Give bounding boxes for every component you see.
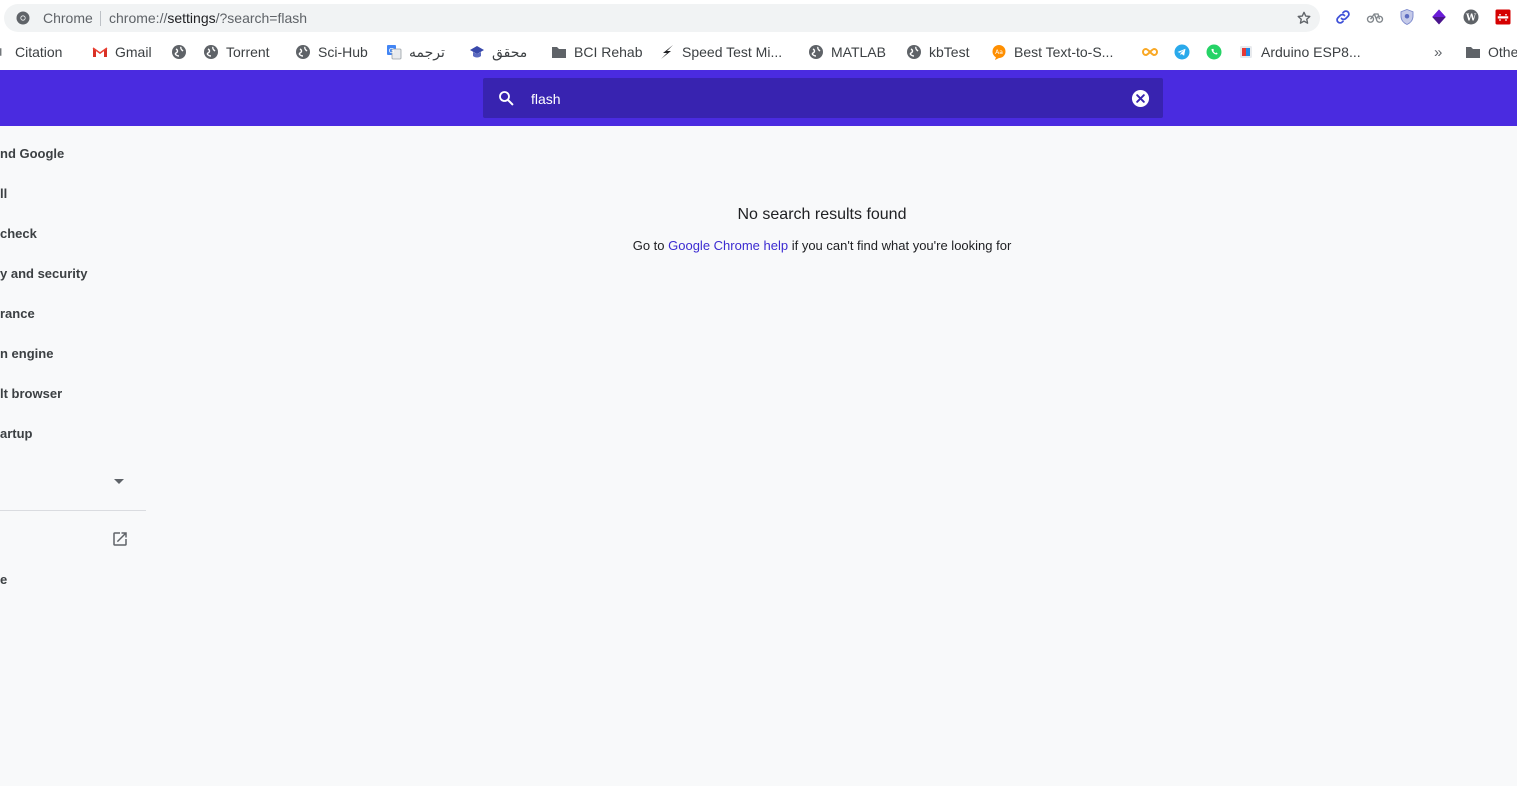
bookmark-bci-rehab[interactable]: BCI Rehab [551,41,642,63]
bookmark-label: Best Text-to-S... [1014,44,1114,60]
gmail-icon [92,47,108,57]
url-rest: /?search=flash [215,10,308,26]
sidebar-item-label: ll [0,186,8,201]
bookmark-torrent[interactable]: Torrent [203,41,270,63]
search-icon [499,91,514,106]
globe-icon [204,45,218,59]
sidebar-item-appearance[interactable]: rance [0,306,146,328]
bookmark-other-bookmarks[interactable]: Othe [1465,41,1517,63]
bookmarks-bar: Citation Gmail Torrent Sci-Hub G ترجمه م… [0,36,1517,71]
translate-icon: G [387,45,402,60]
clear-search-icon[interactable] [1131,89,1150,108]
help-line: Go to Google Chrome help if you can't fi… [146,238,1498,253]
bookmark-label: Othe [1488,44,1517,60]
svg-text:W: W [1465,13,1477,23]
whatsapp-icon[interactable] [1206,44,1222,60]
sidebar-item-label: e [0,572,8,587]
help-prefix: Go to [632,238,669,253]
advanced-chevron-down-icon[interactable] [113,478,125,486]
sidebar-item-privacy-and-security[interactable]: y and security [0,266,146,288]
bookmark-label: Gmail [115,44,152,60]
space-invader-extension-icon[interactable] [1494,8,1512,26]
open-in-new-icon[interactable] [111,530,129,548]
bookmark-label: Torrent [226,44,270,60]
arduino-icon [1240,46,1252,58]
bookmark-label: محقق [492,43,528,60]
sidebar-item-default-browser[interactable]: lt browser [0,386,146,408]
sidebar-item-autofill[interactable]: ll [0,186,146,208]
help-suffix: if you can't find what you're looking fo… [788,238,1012,253]
settings-header [0,70,1517,126]
lightning-icon [661,45,673,59]
bookmark-label: ترجمه [409,43,445,60]
more-bookmarks-chevron-icon[interactable]: » [1434,41,1442,63]
url-text[interactable]: chrome://settings/?search=flash [109,10,307,26]
globe-icon[interactable] [171,44,187,60]
sidebar-item-you-and-google[interactable]: nd Google [0,146,146,168]
sidebar-divider [0,510,146,511]
shield-extension-icon[interactable] [1398,8,1416,26]
text-to-speech-icon: Aa [992,45,1006,60]
bookmark-kbtest[interactable]: kbTest [906,41,969,63]
bookmark-label: Speed Test Mi... [682,44,783,60]
sidebar-item-on-startup[interactable]: artup [0,426,146,448]
bicycle-extension-icon[interactable] [1366,8,1384,26]
bookmark-label: kbTest [929,44,970,60]
globe-icon [296,45,310,59]
globe-icon [907,45,921,59]
sidebar-item-label: artup [0,426,33,441]
sidebar-item-label: y and security [0,266,88,281]
bookmark-label: Arduino ESP8... [1261,44,1361,60]
bookmark-gmail[interactable]: Gmail [92,41,152,63]
sidebar-item-about-chrome[interactable]: e [0,572,146,594]
bookmark-mohaghegh[interactable]: محقق [469,41,527,63]
telegram-icon[interactable] [1174,44,1190,60]
infinity-icon[interactable] [1142,44,1158,60]
settings-main: No search results found Go to Google Chr… [146,126,1517,786]
omnibox-divider [100,11,101,26]
diamond-extension-icon[interactable] [1430,8,1448,26]
bookmark-speed-test[interactable]: Speed Test Mi... [659,41,782,63]
chrome-logo-icon[interactable] [16,11,30,25]
bookmark-label: Sci-Hub [318,44,368,60]
site-label: Chrome [43,10,93,26]
sidebar-item-safety-check[interactable]: check [0,226,146,248]
globe-icon [809,45,823,59]
folder-icon [1466,47,1480,58]
sidebar-item-label: rance [0,306,35,321]
folder-icon [552,47,566,58]
bookmark-citation[interactable]: Citation [0,41,62,63]
sidebar-item-search-engine[interactable]: n engine [0,346,146,368]
svg-text:G: G [389,47,394,55]
settings-search-box[interactable] [483,78,1163,118]
bookmark-arduino[interactable]: Arduino ESP8... [1238,41,1361,63]
bookmark-label: BCI Rehab [574,44,643,60]
bookmark-label: Citation [15,44,63,60]
url-host: settings [167,10,216,26]
url-prefix: chrome:// [109,10,168,26]
bookmark-translate[interactable]: G ترجمه [386,41,445,63]
sidebar-item-label: check [0,226,37,241]
bookmark-text-to-speech[interactable]: Aa Best Text-to-S... [991,41,1113,63]
sidebar-item-label: nd Google [0,146,65,161]
sidebar-item-label: lt browser [0,386,63,401]
chrome-help-link[interactable]: Google Chrome help [668,238,788,253]
bookmark-star-icon[interactable] [1296,10,1312,26]
omnibox[interactable]: Chrome chrome://settings/?search=flash [4,4,1320,32]
graduation-cap-icon [470,46,484,58]
omnibox-row: Chrome chrome://settings/?search=flash W [0,0,1517,36]
citation-icon [0,48,2,56]
no-results-title: No search results found [737,206,907,223]
wordpress-extension-icon[interactable]: W [1462,8,1480,26]
sidebar-item-label: n engine [0,346,54,361]
settings-sidebar: nd Google ll check y and security rance … [0,126,146,786]
settings-search-input[interactable] [529,86,1093,112]
bookmark-label: MATLAB [831,44,886,60]
bookmark-matlab[interactable]: MATLAB [808,41,886,63]
link-extension-icon[interactable] [1334,8,1352,26]
bookmark-sci-hub[interactable]: Sci-Hub [295,41,368,63]
svg-text:Aa: Aa [995,49,1003,56]
